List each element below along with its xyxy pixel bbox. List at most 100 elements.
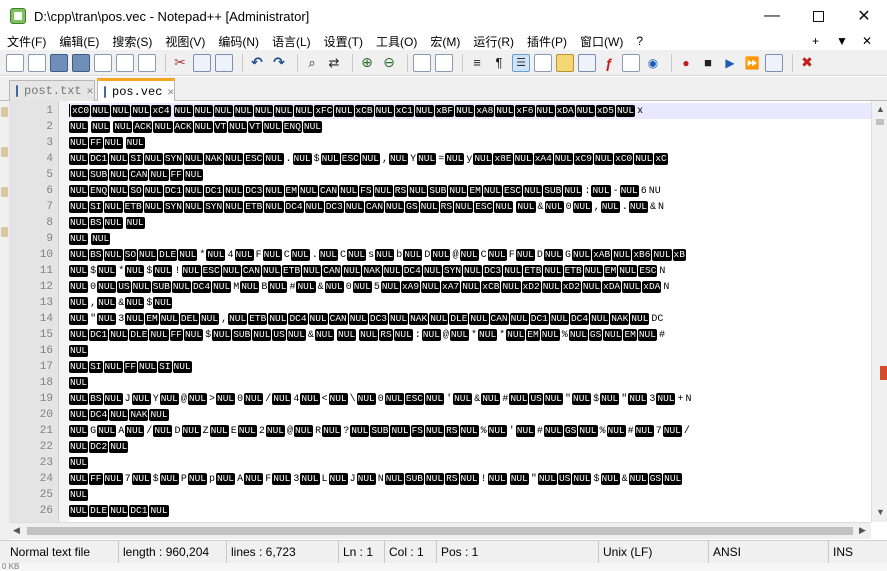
tab-close-icon[interactable]: ✕ — [87, 84, 94, 98]
save-icon[interactable] — [50, 53, 68, 72]
find-icon[interactable]: ⌕ — [303, 54, 321, 72]
cut-icon[interactable]: ✂ — [171, 54, 189, 72]
control-char-token: xA7 — [441, 281, 461, 293]
scroll-up-icon[interactable]: ▲ — [876, 104, 885, 114]
code-line[interactable]: NUL, NUL & NUL $ NUL — [69, 295, 173, 311]
close-button[interactable]: ✕ — [841, 0, 887, 32]
code-line[interactable]: NUL NUL — [69, 231, 111, 247]
vertical-scrollbar[interactable]: ▲ ▼ — [871, 101, 887, 522]
menu-edit[interactable]: 编辑(E) — [52, 33, 105, 50]
monitoring-icon[interactable]: ◉ — [644, 54, 662, 72]
horizontal-scrollbar[interactable]: ◀ ▶ — [9, 522, 871, 539]
show-all-characters-icon[interactable]: ¶ — [490, 54, 508, 72]
code-line[interactable]: NUL DC4 NUL NAK NUL — [69, 407, 170, 423]
save-all-icon[interactable] — [72, 53, 90, 72]
tab-post-txt[interactable]: post.txt ✕ — [9, 80, 95, 101]
close-document-button[interactable]: ✕ — [862, 32, 872, 50]
document-map-icon[interactable] — [556, 53, 574, 72]
scroll-left-icon[interactable]: ◀ — [13, 525, 20, 536]
code-line[interactable]: NUL — [69, 455, 89, 471]
menu-view[interactable]: 视图(V) — [158, 33, 211, 50]
horizontal-scroll-thumb[interactable] — [27, 527, 853, 535]
code-line[interactable]: NUL — [69, 375, 89, 391]
code-line[interactable]: NUL — [69, 487, 89, 503]
replace-icon[interactable]: ⇄ — [325, 54, 343, 72]
undo-icon[interactable]: ↶ — [248, 54, 266, 72]
maximize-button[interactable] — [795, 0, 841, 32]
word-wrap-icon[interactable]: ≡ — [468, 54, 486, 72]
playback-macro-icon[interactable]: ▶ — [721, 54, 739, 72]
control-char-token: NUL — [183, 185, 204, 197]
code-line[interactable]: NUL DC1 NUL SI NUL SYN NUL NAK NUL ESC NUL. NUL $ NUL… — [69, 151, 669, 167]
code-line[interactable]: NUL FF NUL 7 NUL $ NUL P NUL p NUL A NUL F NUL 3 NUL L NUL… — [69, 471, 683, 487]
record-macro-icon[interactable]: ● — [677, 54, 695, 72]
document-list-icon[interactable] — [622, 53, 640, 72]
zoom-out-icon[interactable]: ⊖ — [380, 54, 398, 72]
line-number: 24 — [39, 473, 53, 485]
char-token: = — [438, 154, 445, 165]
close-file-icon[interactable] — [94, 53, 112, 72]
menu-plugins[interactable]: 插件(P) — [520, 33, 573, 50]
code-line[interactable]: NUL " NUL 3 NUL EM NUL DEL NUL, NUL ETB NUL DC4 NUL CA… — [69, 311, 664, 327]
code-line[interactable]: NUL DC1 NUL DLE NUL FF NUL $ NUL SUB NUL US NUL & NUL … — [69, 327, 666, 343]
paste-icon[interactable] — [215, 53, 233, 72]
print-icon[interactable] — [138, 53, 156, 72]
code-line[interactable]: NUL G NUL A NUL / NUL D NUL Z NUL E NUL 2 NUL @ NUL R NUL?… — [69, 423, 691, 439]
menu-encoding[interactable]: 编码(N) — [211, 33, 265, 50]
menu-file[interactable]: 文件(F) — [0, 33, 52, 50]
menu-settings[interactable]: 设置(T) — [317, 33, 369, 50]
save-macro-icon[interactable] — [765, 53, 783, 72]
code-line[interactable]: NUL SI NUL ETB NUL SYN NUL SYN NUL ETB NUL DC4 NUL DC… — [69, 199, 665, 215]
code-line[interactable]: NUL SUB NUL CAN NUL FF NUL — [69, 167, 204, 183]
tab-list-dropdown[interactable]: ▼ — [836, 32, 848, 50]
code-line[interactable]: NUL 0 NUL US NUL SUB NUL DC4 NUL M NUL B NUL # NUL & NUL… — [69, 279, 670, 295]
control-char-token: SI — [129, 153, 143, 165]
sync-horizontal-icon[interactable] — [435, 53, 453, 72]
new-file-icon[interactable] — [6, 53, 24, 72]
folder-as-workspace-icon[interactable]: ƒ — [600, 54, 618, 72]
zoom-in-icon[interactable]: ⊕ — [358, 54, 376, 72]
code-line[interactable]: NUL SI NUL FF NUL SI NUL — [69, 359, 193, 375]
char-token: ' — [508, 426, 515, 437]
vertical-scroll-thumb[interactable] — [876, 119, 884, 125]
tab-pos-vec[interactable]: pos.vec ✕ — [97, 78, 175, 102]
indent-guide-icon[interactable]: ☰ — [512, 53, 530, 72]
menu-run[interactable]: 运行(R) — [466, 33, 520, 50]
menu-language[interactable]: 语言(L) — [265, 33, 317, 50]
function-list-icon[interactable] — [578, 53, 596, 72]
code-line[interactable]: NUL BS NUL SO NUL DLE NUL * NUL 4 NUL F NUL C NUL. NUL C… — [69, 247, 687, 263]
open-file-icon[interactable] — [28, 53, 46, 72]
menu-search[interactable]: 搜索(S) — [105, 33, 158, 50]
text-editor[interactable]: 1 xC0 NUL NUL NUL xC4 NUL NUL NUL NUL NUL NUL NUL xF… — [9, 101, 880, 522]
code-line[interactable]: NUL — [69, 343, 89, 359]
code-line[interactable]: NUL BS NUL NUL — [69, 215, 146, 231]
sync-vertical-icon[interactable] — [413, 53, 431, 72]
copy-icon[interactable] — [193, 53, 211, 72]
plugin-tool-icon[interactable]: ✖ — [798, 54, 816, 72]
control-char-token: NUL — [523, 185, 543, 197]
scroll-down-icon[interactable]: ▼ — [876, 507, 885, 517]
user-defined-language-icon[interactable] — [534, 53, 552, 72]
scroll-right-icon[interactable]: ▶ — [859, 525, 866, 536]
stop-recording-icon[interactable]: ■ — [699, 54, 717, 72]
code-line[interactable]: NUL DC2 NUL — [69, 439, 129, 455]
close-all-icon[interactable] — [116, 53, 134, 72]
minimize-button[interactable]: — — [749, 0, 795, 32]
menu-window[interactable]: 窗口(W) — [573, 33, 629, 50]
code-line[interactable]: NUL ENQ NUL SO NUL DC1 NUL DC1 NUL DC3 NUL EM NUL CAN… — [69, 183, 662, 199]
control-char-token: ETB — [282, 265, 302, 277]
code-line[interactable]: NUL BS NUL J NUL Y NUL @ NUL > NUL 0 NUL / NUL 4 NUL < NUL… — [69, 391, 693, 407]
menu-help[interactable]: ? — [629, 34, 649, 48]
new-tab-button[interactable]: + — [812, 32, 819, 50]
code-line[interactable]: NUL FF NUL NUL — [69, 135, 146, 151]
tab-close-icon[interactable]: ✕ — [167, 85, 174, 99]
run-macro-multiple-icon[interactable]: ⏩ — [743, 54, 761, 72]
menu-macro[interactable]: 宏(M) — [423, 33, 466, 50]
menu-tools[interactable]: 工具(O) — [369, 33, 423, 50]
current-line[interactable]: xC0 NUL NUL NUL xC4 NUL NUL NUL NUL NUL NUL NUL xFC… — [69, 103, 880, 119]
code-line[interactable]: NUL NUL NUL ACK NUL ACK NUL VT NUL VT NUL ENQ NUL — [69, 119, 323, 135]
control-char-token: NUL — [342, 265, 362, 277]
code-line[interactable]: NUL DLE NUL DC1 NUL — [69, 503, 170, 519]
redo-icon[interactable]: ↷ — [270, 54, 288, 72]
code-line[interactable]: NUL $ NUL * NUL $ NUL! NUL ESC NUL CAN NUL ETB NUL CAN… — [69, 263, 666, 279]
